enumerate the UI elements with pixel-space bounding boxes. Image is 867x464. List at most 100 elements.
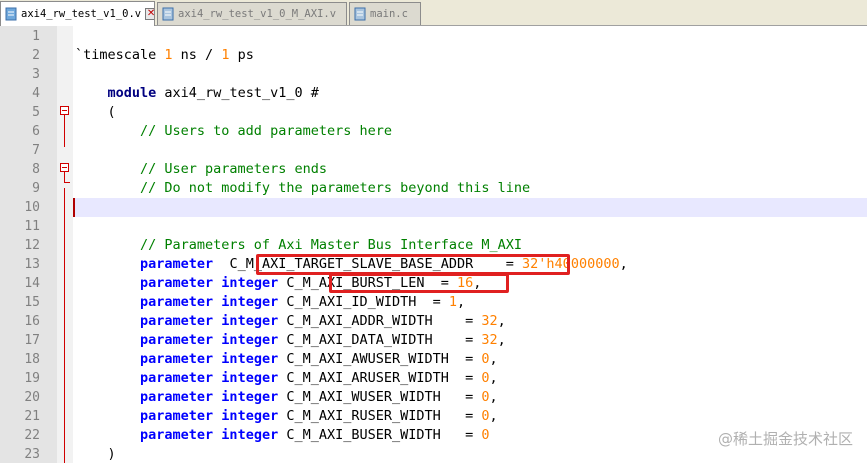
code-token: // Parameters of Axi Master Bus Interfac… (75, 237, 523, 253)
code-line: 18 parameter integer C_M_AXI_AWUSER_WIDT… (0, 350, 867, 369)
line-number: 6 (32, 124, 40, 139)
code-text[interactable]: // Users to add parameters here (75, 122, 392, 141)
code-token: parameter integer (140, 294, 279, 310)
line-number: 7 (32, 143, 40, 158)
code-token: 1 (448, 294, 458, 310)
code-token: ps (229, 47, 254, 63)
file-icon (5, 7, 17, 21)
line-number: 4 (32, 86, 40, 101)
line-number: 9 (32, 181, 40, 196)
line-number: 1 (32, 29, 40, 44)
code-token: 32 (481, 313, 498, 329)
code-line: 4 module axi4_rw_test_v1_0 # (0, 84, 867, 103)
highlight-box-burst-len (329, 273, 509, 293)
code-line: 9 // Do not modify the parameters beyond… (0, 179, 867, 198)
fold-line (64, 172, 65, 182)
code-text[interactable]: // Do not modify the parameters beyond t… (75, 179, 530, 198)
code-text[interactable]: module axi4_rw_test_v1_0 # (75, 84, 319, 103)
line-number: 5 (32, 105, 40, 120)
code-token: parameter integer (140, 313, 279, 329)
code-line: 2 `timescale 1 ns / 1 ps (0, 46, 867, 65)
tab-label: axi4_rw_test_v1_0_M_AXI.v (178, 8, 337, 20)
fold-line (64, 115, 65, 147)
code-token: , (497, 313, 506, 329)
tab-label: main.c (370, 8, 408, 20)
line-number: 21 (24, 409, 40, 424)
line-number: 10 (24, 200, 40, 215)
code-text[interactable]: parameter integer C_M_AXI_ADDR_WIDTH = 3… (75, 312, 506, 331)
code-line: 10 (0, 198, 867, 217)
code-token: parameter integer (140, 427, 279, 443)
code-token: , (457, 294, 466, 310)
line-number: 13 (24, 257, 40, 272)
code-token: `timescale (75, 47, 165, 63)
code-token: parameter integer (140, 275, 279, 291)
line-number: 2 (32, 48, 40, 63)
code-text[interactable]: // Parameters of Axi Master Bus Interfac… (75, 236, 522, 255)
code-token: 0 (481, 389, 490, 405)
code-token: 32 (481, 332, 498, 348)
code-token: parameter integer (140, 351, 279, 367)
code-token: , (489, 389, 498, 405)
code-text[interactable]: parameter integer C_M_AXI_ID_WIDTH = 1, (75, 293, 465, 312)
code-line: 7 (0, 141, 867, 160)
code-token: , (489, 351, 498, 367)
code-token: ) (75, 446, 116, 462)
code-token: ns / (172, 47, 222, 63)
fold-collapse-icon[interactable] (60, 163, 69, 172)
line-number: 8 (32, 162, 40, 177)
code-token: parameter integer (140, 408, 279, 424)
code-token: C_M_AXI_ID_WIDTH = (278, 294, 449, 310)
line-number: 14 (24, 276, 40, 291)
code-token: parameter (140, 256, 214, 272)
code-text[interactable]: parameter integer C_M_AXI_RUSER_WIDTH = … (75, 407, 498, 426)
code-token: // Do not modify the parameters beyond t… (75, 180, 531, 196)
code-line: 12 // Parameters of Axi Master Bus Inter… (0, 236, 867, 255)
close-tab-icon[interactable]: ✕ (145, 8, 154, 20)
code-text[interactable]: parameter integer C_M_AXI_ARUSER_WIDTH =… (75, 369, 498, 388)
code-token: C_M_AXI_DATA_WIDTH = (278, 332, 482, 348)
fold-end-tick (64, 182, 70, 183)
code-token: 0 (481, 351, 490, 367)
code-token: // User parameters ends (75, 161, 327, 177)
code-text[interactable]: `timescale 1 ns / 1 ps (75, 46, 254, 65)
code-token: C_M_AXI_AWUSER_WIDTH = (278, 351, 482, 367)
code-token: C_M_AXI_ADDR_WIDTH = (278, 313, 482, 329)
code-text[interactable]: ) (75, 445, 116, 464)
code-token: C_M_AXI_RUSER_WIDTH = (278, 408, 482, 424)
code-text[interactable]: parameter integer C_M_AXI_BUSER_WIDTH = … (75, 426, 490, 445)
line-number: 19 (24, 371, 40, 386)
code-text[interactable]: parameter integer C_M_AXI_WUSER_WIDTH = … (75, 388, 498, 407)
code-text[interactable]: ( (75, 103, 116, 122)
line-number: 20 (24, 390, 40, 405)
code-line: 15 parameter integer C_M_AXI_ID_WIDTH = … (0, 293, 867, 312)
code-token: , (619, 256, 628, 272)
line-number: 3 (32, 67, 40, 82)
code-line: 17 parameter integer C_M_AXI_DATA_WIDTH … (0, 331, 867, 350)
code-line: 5 ( (0, 103, 867, 122)
code-token: 0 (481, 370, 490, 386)
line-number: 12 (24, 238, 40, 253)
tab-2[interactable]: axi4_rw_test_v1_0_M_AXI.v (157, 2, 347, 25)
code-line: 21 parameter integer C_M_AXI_RUSER_WIDTH… (0, 407, 867, 426)
code-token: parameter integer (140, 389, 279, 405)
tab-1[interactable]: axi4_rw_test_v1_0.v ✕ (0, 1, 155, 26)
line-number: 11 (24, 219, 40, 234)
line-number: 17 (24, 333, 40, 348)
code-line: 19 parameter integer C_M_AXI_ARUSER_WIDT… (0, 369, 867, 388)
code-text[interactable]: // User parameters ends (75, 160, 327, 179)
tab-3[interactable]: main.c (349, 2, 421, 25)
code-text[interactable]: parameter integer C_M_AXI_DATA_WIDTH = 3… (75, 331, 506, 350)
code-text[interactable]: parameter integer C_M_AXI_AWUSER_WIDTH =… (75, 350, 498, 369)
tab-bar: axi4_rw_test_v1_0.v ✕ axi4_rw_test_v1_0_M_… (0, 0, 867, 26)
code-token: C_M_AXI_ARUSER_WIDTH = (278, 370, 482, 386)
fold-collapse-icon[interactable] (60, 106, 69, 115)
